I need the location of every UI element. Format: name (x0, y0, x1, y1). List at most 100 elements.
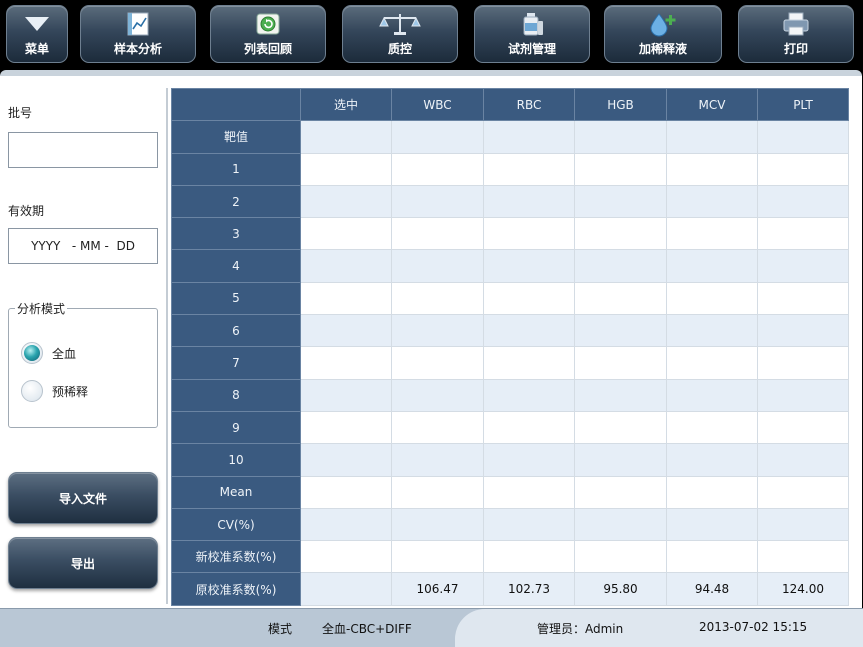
table-cell[interactable] (757, 152, 849, 186)
table-cell[interactable] (300, 410, 392, 445)
table-cell[interactable] (574, 184, 667, 219)
menu-button[interactable]: 菜单 (6, 5, 68, 63)
table-cell[interactable]: 94.48 (666, 572, 758, 606)
export-button[interactable]: 导出 (8, 537, 158, 589)
table-cell[interactable]: 106.47 (391, 572, 484, 606)
table-cell[interactable] (666, 184, 758, 219)
table-cell[interactable] (757, 443, 849, 477)
table-cell[interactable] (666, 475, 758, 509)
table-cell[interactable] (300, 314, 392, 348)
table-cell[interactable] (391, 314, 484, 348)
print-button[interactable]: 打印 (738, 5, 854, 63)
table-cell[interactable] (574, 120, 667, 154)
table-cell[interactable] (300, 540, 392, 574)
table-cell[interactable] (574, 249, 667, 283)
table-cell[interactable] (574, 281, 667, 316)
table-cell[interactable] (483, 217, 575, 251)
mode-whole-blood-radio[interactable]: 全血 (21, 341, 76, 365)
table-cell[interactable] (391, 217, 484, 251)
table-cell[interactable] (574, 314, 667, 348)
quality-control-button[interactable]: 质控 (342, 5, 458, 63)
table-cell[interactable] (666, 346, 758, 380)
table-cell[interactable] (666, 378, 758, 412)
table-cell[interactable] (574, 346, 667, 380)
add-diluent-button[interactable]: 加稀释液 (604, 5, 722, 63)
table-cell[interactable] (757, 249, 849, 283)
table-cell[interactable] (391, 410, 484, 445)
table-cell[interactable] (666, 217, 758, 251)
list-review-button[interactable]: 列表回顾 (210, 5, 326, 63)
table-cell[interactable] (300, 217, 392, 251)
reagent-management-button[interactable]: 试剂管理 (474, 5, 590, 63)
table-cell[interactable] (574, 475, 667, 509)
table-cell[interactable] (757, 281, 849, 316)
table-cell[interactable] (300, 184, 392, 219)
table-cell[interactable] (483, 281, 575, 316)
table-cell[interactable] (391, 507, 484, 542)
table-cell[interactable] (666, 443, 758, 477)
batch-number-input[interactable] (8, 132, 158, 168)
table-cell[interactable] (666, 540, 758, 574)
table-cell[interactable] (391, 184, 484, 219)
table-cell[interactable] (757, 475, 849, 509)
table-cell[interactable] (483, 540, 575, 574)
table-cell[interactable] (757, 507, 849, 542)
table-cell[interactable]: 95.80 (574, 572, 667, 606)
table-cell[interactable] (483, 120, 575, 154)
table-cell[interactable] (574, 507, 667, 542)
table-cell[interactable] (483, 475, 575, 509)
table-cell[interactable] (574, 217, 667, 251)
table-cell[interactable] (666, 281, 758, 316)
table-cell[interactable] (300, 507, 392, 542)
table-cell[interactable] (574, 152, 667, 186)
table-cell[interactable] (666, 410, 758, 445)
import-file-button[interactable]: 导入文件 (8, 472, 158, 524)
table-cell[interactable] (300, 281, 392, 316)
table-cell[interactable] (483, 443, 575, 477)
sample-analysis-button[interactable]: 样本分析 (80, 5, 196, 63)
table-cell[interactable] (483, 378, 575, 412)
table-cell[interactable] (300, 475, 392, 509)
table-cell[interactable] (666, 152, 758, 186)
table-cell[interactable] (300, 120, 392, 154)
table-cell[interactable] (666, 507, 758, 542)
table-cell[interactable] (483, 314, 575, 348)
table-cell[interactable] (391, 443, 484, 477)
table-cell[interactable] (757, 184, 849, 219)
table-cell[interactable] (757, 314, 849, 348)
table-cell[interactable] (666, 249, 758, 283)
table-cell[interactable] (483, 152, 575, 186)
table-cell[interactable] (391, 152, 484, 186)
table-cell[interactable] (300, 346, 392, 380)
table-cell[interactable] (483, 507, 575, 542)
table-cell[interactable] (666, 120, 758, 154)
table-cell[interactable] (300, 443, 392, 477)
table-cell[interactable] (574, 378, 667, 412)
table-cell[interactable] (574, 540, 667, 574)
table-cell[interactable] (300, 572, 392, 606)
table-cell[interactable] (483, 184, 575, 219)
table-cell[interactable] (483, 346, 575, 380)
table-cell[interactable]: 102.73 (483, 572, 575, 606)
table-cell[interactable] (757, 378, 849, 412)
table-cell[interactable] (391, 346, 484, 380)
table-cell[interactable] (757, 410, 849, 445)
table-cell[interactable] (300, 378, 392, 412)
table-cell[interactable] (300, 152, 392, 186)
table-cell[interactable] (757, 217, 849, 251)
table-cell[interactable] (391, 378, 484, 412)
table-cell[interactable] (391, 540, 484, 574)
table-cell[interactable] (483, 249, 575, 283)
table-cell[interactable] (757, 346, 849, 380)
table-cell[interactable] (757, 540, 849, 574)
table-cell[interactable] (391, 281, 484, 316)
table-cell[interactable] (391, 249, 484, 283)
table-cell[interactable] (391, 475, 484, 509)
table-cell[interactable] (666, 314, 758, 348)
table-cell[interactable] (574, 443, 667, 477)
table-cell[interactable] (483, 410, 575, 445)
mode-prediluted-radio[interactable]: 预稀释 (21, 379, 88, 403)
table-cell[interactable] (391, 120, 484, 154)
table-cell[interactable] (300, 249, 392, 283)
expiry-date-input[interactable]: YYYY - MM - DD (8, 228, 158, 264)
